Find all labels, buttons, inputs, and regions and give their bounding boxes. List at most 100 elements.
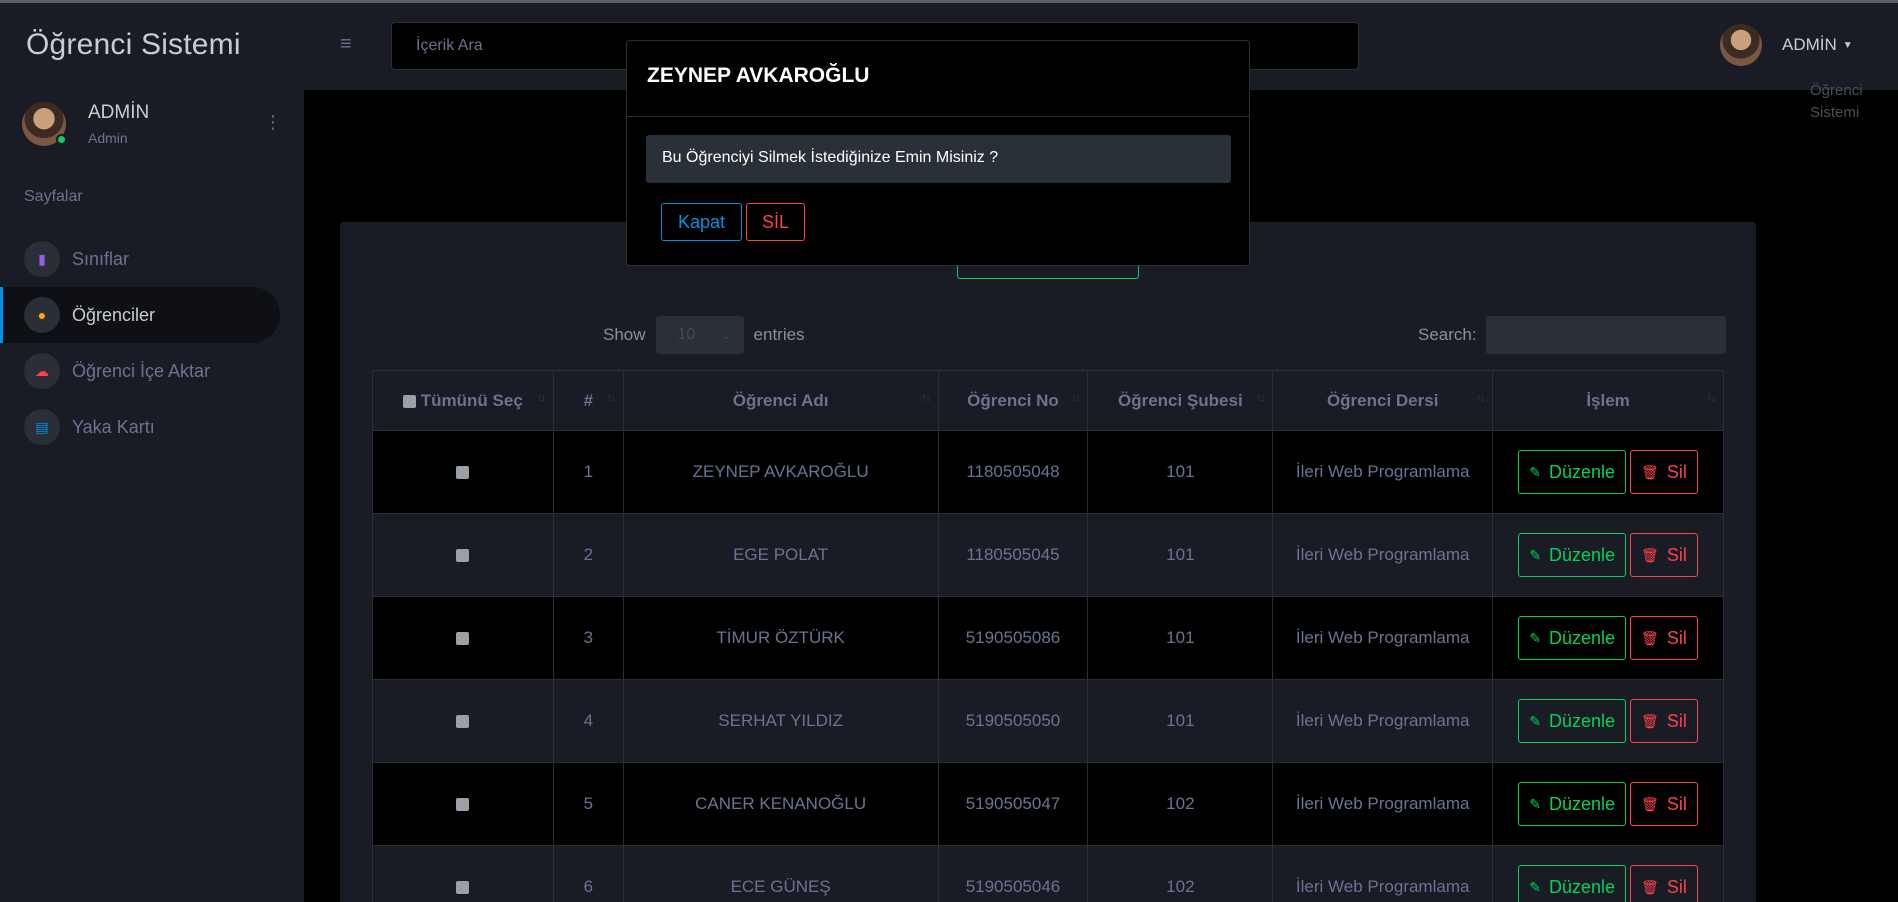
student-no: 5190505046 xyxy=(937,845,1089,902)
select-all-checkbox[interactable] xyxy=(403,394,417,408)
entries-label: entries xyxy=(753,325,805,344)
table-row: 2 EGE POLAT 1180505045 101 İleri Web Pro… xyxy=(372,513,1724,597)
table-header-row: Tümünü Seç ↑↓ # ↑↓ Öğrenci Adı ↑↓ Öğrenci N… xyxy=(372,370,1724,431)
row-number: 1 xyxy=(552,430,624,514)
student-course: İleri Web Programlama xyxy=(1272,513,1494,597)
modal-actions: Kapat SİL xyxy=(661,203,806,241)
col-student-course[interactable]: Öğrenci Dersi ↑↓ xyxy=(1272,370,1494,431)
edit-icon: ✎ xyxy=(1529,546,1541,563)
edit-icon: ✎ xyxy=(1529,795,1541,812)
chevron-down-icon: ⌄ xyxy=(721,328,732,342)
row-number: 4 xyxy=(552,679,624,763)
student-name: ZEYNEP AVKAROĞLU xyxy=(622,430,939,514)
sidebar-item-label: Öğrenciler xyxy=(72,304,156,325)
user-dropdown[interactable]: ADMİN ▼ xyxy=(1720,24,1853,66)
modal-message: Bu Öğrenciyi Silmek İstediğinize Emin Mi… xyxy=(646,135,1231,183)
edit-button[interactable]: ✎ Düzenle xyxy=(1518,865,1627,902)
kebab-menu-icon[interactable]: ⋮ xyxy=(264,112,282,132)
row-select-cell xyxy=(372,513,554,597)
sort-icon: ↑↓ xyxy=(921,393,931,404)
row-actions: ✎ Düzenle 🗑 Sil xyxy=(1492,679,1724,763)
user-icon: ● xyxy=(24,297,60,333)
student-no: 5190505050 xyxy=(937,679,1089,763)
entries-value: 10 xyxy=(677,326,696,343)
row-checkbox[interactable] xyxy=(456,715,470,729)
sort-icon: ↑↓ xyxy=(1071,393,1080,404)
edit-button[interactable]: ✎ Düzenle xyxy=(1518,699,1627,743)
delete-button[interactable]: 🗑 Sil xyxy=(1630,699,1698,743)
sidebar-nav: ▮ Sınıflar ● Öğrenciler ☁ Öğrenci İçe Ak… xyxy=(0,231,280,455)
student-no: 1180505048 xyxy=(937,430,1089,514)
header-label: İşlem xyxy=(1586,390,1630,410)
row-checkbox[interactable] xyxy=(456,466,470,480)
sidebar-item-siniflar[interactable]: ▮ Sınıflar xyxy=(0,231,280,287)
header-label: Öğrenci Adı xyxy=(732,390,829,410)
breadcrumb: Öğrenci Sistemi xyxy=(1810,82,1863,121)
row-checkbox[interactable] xyxy=(456,881,470,895)
sidebar-profile: ADMİN Admin ⋮ xyxy=(22,102,282,152)
students-table: Tümünü Seç ↑↓ # ↑↓ Öğrenci Adı ↑↓ Öğrenci N… xyxy=(372,370,1724,902)
sidebar-item-label: Öğrenci İçe Aktar xyxy=(72,360,211,381)
cloud-upload-icon: ☁ xyxy=(24,353,60,389)
table-search-input[interactable] xyxy=(1485,316,1726,354)
entries-select[interactable]: 10 ⌄ xyxy=(655,316,744,354)
col-student-no[interactable]: Öğrenci No ↑↓ xyxy=(937,370,1089,431)
student-no: 5190505086 xyxy=(937,596,1089,680)
edit-label: Düzenle xyxy=(1549,544,1616,565)
edit-icon: ✎ xyxy=(1529,463,1541,480)
row-checkbox[interactable] xyxy=(456,549,470,563)
sidebar-item-ogrenciler[interactable]: ● Öğrenciler xyxy=(0,287,280,343)
row-actions: ✎ Düzenle 🗑 Sil xyxy=(1492,845,1724,902)
student-course: İleri Web Programlama xyxy=(1272,596,1494,680)
trash-icon: 🗑 xyxy=(1641,463,1659,480)
delete-button[interactable]: 🗑 Sil xyxy=(1630,865,1698,902)
confirm-delete-button[interactable]: SİL xyxy=(746,203,806,241)
col-student-branch[interactable]: Öğrenci Şubesi ↑↓ xyxy=(1087,370,1274,431)
profile-name: ADMİN xyxy=(88,102,150,123)
col-select-all[interactable]: Tümünü Seç ↑↓ xyxy=(372,370,554,431)
edit-button[interactable]: ✎ Düzenle xyxy=(1518,782,1627,826)
delete-label: Sil xyxy=(1666,627,1687,648)
student-branch: 101 xyxy=(1087,430,1274,514)
row-select-cell xyxy=(372,596,554,680)
delete-label: Sil xyxy=(1666,710,1687,731)
sidebar-item-ice-aktar[interactable]: ☁ Öğrenci İçe Aktar xyxy=(0,343,280,399)
student-name: EGE POLAT xyxy=(622,513,939,597)
delete-button[interactable]: 🗑 Sil xyxy=(1630,782,1698,826)
trash-icon: 🗑 xyxy=(1641,878,1659,895)
edit-button[interactable]: ✎ Düzenle xyxy=(1518,450,1627,494)
header-label: Öğrenci Şubesi xyxy=(1117,390,1243,410)
row-checkbox[interactable] xyxy=(456,798,470,812)
col-student-name[interactable]: Öğrenci Adı ↑↓ xyxy=(622,370,939,431)
sidebar-item-yaka-karti[interactable]: ▤ Yaka Kartı xyxy=(0,399,280,455)
profile-role: Admin xyxy=(88,130,128,146)
delete-button[interactable]: 🗑 Sil xyxy=(1630,450,1698,494)
student-branch: 101 xyxy=(1087,513,1274,597)
id-card-icon: ▤ xyxy=(24,409,60,445)
row-number: 5 xyxy=(552,762,624,846)
delete-confirm-modal: ZEYNEP AVKAROĞLU Bu Öğrenciyi Silmek İst… xyxy=(626,40,1250,266)
sort-icon: ↑↓ xyxy=(536,393,546,404)
row-checkbox[interactable] xyxy=(456,632,470,646)
sidebar: Öğrenci Sistemi ADMİN Admin ⋮ Sayfalar ▮… xyxy=(0,0,304,902)
student-no: 1180505045 xyxy=(937,513,1089,597)
online-status-dot xyxy=(56,134,67,145)
row-select-cell xyxy=(372,845,554,902)
edit-button[interactable]: ✎ Düzenle xyxy=(1518,533,1627,577)
delete-button[interactable]: 🗑 Sil xyxy=(1630,616,1698,660)
table-search: Search: xyxy=(1418,316,1726,354)
menu-toggle-icon[interactable]: ≡ xyxy=(340,33,352,56)
search-label: Search: xyxy=(1418,325,1477,344)
sidebar-item-label: Sınıflar xyxy=(72,248,130,269)
col-actions[interactable]: İşlem ↑↓ xyxy=(1492,370,1724,431)
table-row: 4 SERHAT YILDIZ 5190505050 101 İleri Web… xyxy=(372,679,1724,763)
row-actions: ✎ Düzenle 🗑 Sil xyxy=(1492,762,1724,846)
delete-button[interactable]: 🗑 Sil xyxy=(1630,533,1698,577)
row-select-cell xyxy=(372,430,554,514)
close-button[interactable]: Kapat xyxy=(661,203,743,241)
student-course: İleri Web Programlama xyxy=(1272,679,1494,763)
student-course: İleri Web Programlama xyxy=(1272,845,1494,902)
edit-button[interactable]: ✎ Düzenle xyxy=(1518,616,1627,660)
col-number[interactable]: # ↑↓ xyxy=(552,370,624,431)
brand-title[interactable]: Öğrenci Sistemi xyxy=(26,28,241,62)
